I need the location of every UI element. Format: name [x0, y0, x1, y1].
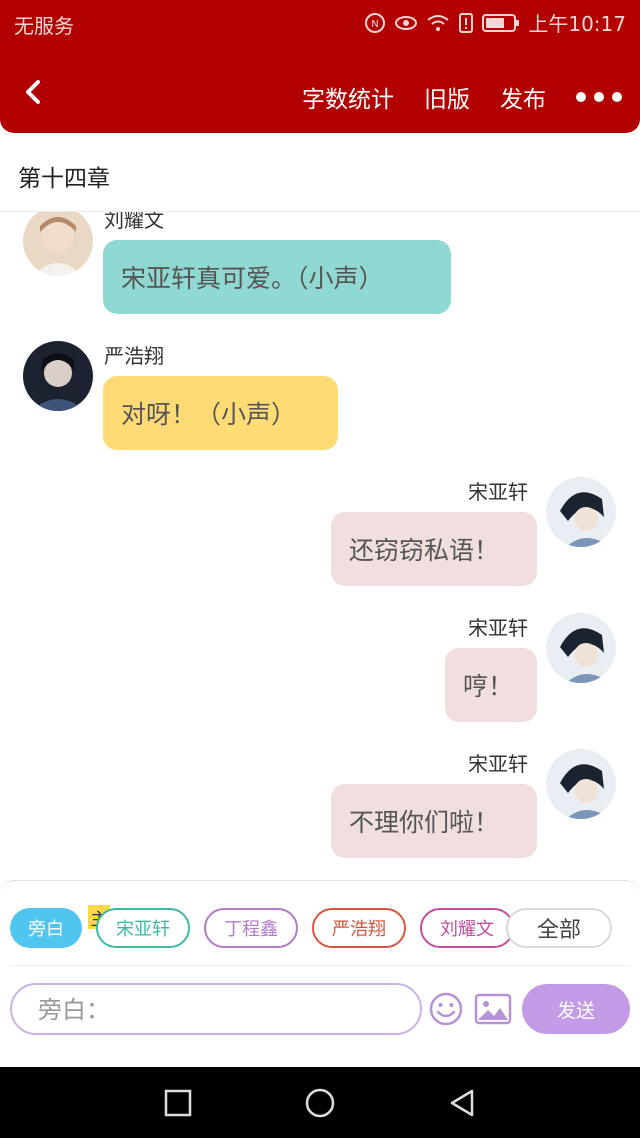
send-button[interactable]: 发送: [522, 984, 630, 1034]
clock-text: 上午10:17: [528, 12, 626, 36]
avatar[interactable]: [546, 613, 616, 683]
chat-message: 宋亚轩 哼！: [0, 612, 640, 732]
svg-text:N: N: [372, 19, 379, 30]
sender-name: 宋亚轩: [468, 616, 528, 640]
sender-name: 宋亚轩: [468, 752, 528, 776]
chat-message: 宋亚轩 不理你们啦！: [0, 748, 640, 872]
back-arrow-icon[interactable]: [18, 76, 50, 108]
message-input-wrapper: [10, 983, 422, 1035]
more-options-icon[interactable]: [576, 92, 622, 102]
wifi-icon: [427, 14, 449, 31]
system-nav-bar: [0, 1067, 640, 1138]
emoji-icon[interactable]: [428, 991, 464, 1027]
message-text: 不理你们啦！: [349, 808, 500, 837]
home-icon[interactable]: [304, 1087, 336, 1119]
app-header-background: 无服务 N 上午10:17 字数统计 旧版 发布: [0, 0, 640, 133]
battery-icon: [482, 13, 520, 32]
message-bubble[interactable]: 不理你们啦！: [331, 784, 537, 858]
role-chip-yanhaoxiang[interactable]: 严浩翔: [312, 908, 406, 948]
data-saver-icon: N: [365, 12, 386, 33]
carrier-text: 无服务: [14, 14, 74, 38]
composer-panel: 旁白 主 宋亚轩 丁程鑫 严浩翔 刘耀文 全部 发送: [0, 880, 640, 1067]
publish-button[interactable]: 发布: [500, 80, 546, 114]
message-bubble[interactable]: 哼！: [445, 648, 537, 722]
chapter-title[interactable]: 第十四章: [18, 159, 110, 193]
message-bubble[interactable]: 对呀！（小声）: [103, 376, 338, 450]
message-text: 还窃窃私语！: [349, 536, 500, 565]
message-bubble[interactable]: 宋亚轩真可爱。（小声）: [103, 240, 451, 314]
role-chip-liuyaowen[interactable]: 刘耀文: [420, 908, 514, 948]
role-chip-narrator[interactable]: 旁白: [10, 908, 82, 948]
message-text: 宋亚轩真可爱。（小声）: [121, 264, 384, 293]
old-version-button[interactable]: 旧版: [424, 80, 470, 114]
divider: [10, 965, 630, 966]
role-chip-all[interactable]: 全部: [506, 908, 612, 948]
role-selector: 旁白 主 宋亚轩 丁程鑫 严浩翔 刘耀文 全部: [10, 905, 630, 951]
word-count-button[interactable]: 字数统计: [302, 80, 394, 114]
header-bar: 字数统计 旧版 发布: [0, 60, 640, 132]
chat-list[interactable]: 刘耀文 宋亚轩真可爱。（小声） 严浩翔 对呀！（小声） 宋亚轩 还窃窃私语！ 宋…: [0, 212, 640, 878]
sender-name: 刘耀文: [104, 212, 164, 232]
message-text: 对呀！（小声）: [121, 400, 297, 429]
avatar[interactable]: [23, 212, 93, 276]
chat-message: 严浩翔 对呀！（小声）: [0, 340, 640, 460]
message-text: 哼！: [463, 672, 514, 701]
avatar[interactable]: [23, 341, 93, 411]
message-input[interactable]: [36, 993, 400, 1027]
sim-alert-icon: [459, 12, 474, 33]
chapter-header: 第十四章: [0, 133, 640, 212]
message-bubble[interactable]: 还窃窃私语！: [331, 512, 537, 586]
status-icons: N 上午10:17: [364, 8, 626, 37]
status-bar: 无服务 N 上午10:17: [0, 0, 640, 44]
avatar[interactable]: [546, 477, 616, 547]
sender-name: 严浩翔: [104, 344, 164, 368]
back-icon[interactable]: [446, 1087, 478, 1119]
image-icon[interactable]: [474, 993, 512, 1025]
role-chip-dingchengxin[interactable]: 丁程鑫: [204, 908, 298, 948]
recents-icon[interactable]: [162, 1087, 194, 1119]
header-actions: 字数统计 旧版 发布: [302, 80, 622, 114]
role-chip-songyaxuan[interactable]: 宋亚轩: [96, 908, 190, 948]
eye-comfort-icon: [395, 15, 418, 30]
chat-message: 宋亚轩 还窃窃私语！: [0, 476, 640, 596]
sender-name: 宋亚轩: [468, 480, 528, 504]
chat-message: 刘耀文 宋亚轩真可爱。（小声）: [0, 212, 640, 332]
avatar[interactable]: [546, 749, 616, 819]
